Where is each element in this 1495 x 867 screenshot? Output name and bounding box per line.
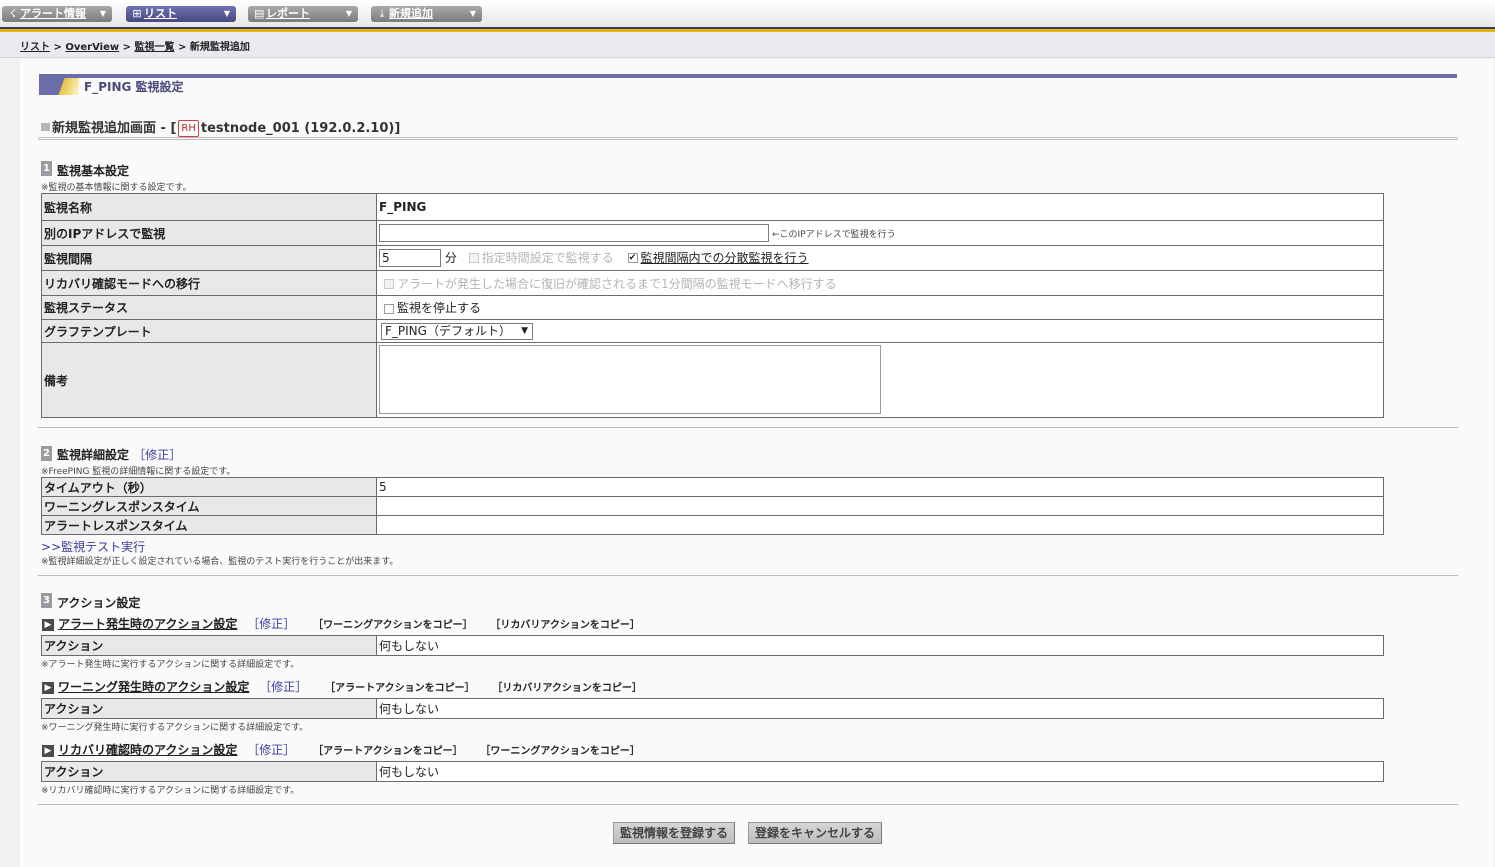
recovery-action-fix-link[interactable]: ［修正］ bbox=[247, 743, 295, 757]
breadcrumb: リスト > OverView > 監視一覧 > 新規監視追加 bbox=[20, 42, 250, 53]
section-number: 2 bbox=[41, 446, 52, 461]
section-title: アクション設定 bbox=[57, 596, 141, 610]
alert-action-heading: ▶ アラート発生時のアクション設定 ［修正］ ［ワーニングアクションをコピー］ ［… bbox=[42, 615, 640, 632]
detail-settings-table: タイムアウト（秒） 5 ワーニングレスポンスタイム アラートレスポンスタイム bbox=[41, 477, 1384, 535]
field-value bbox=[376, 515, 1384, 535]
divider bbox=[38, 575, 1458, 576]
field-label: 監視名称 bbox=[41, 193, 377, 221]
ip-hint: ←このIPアドレスで監視を行う bbox=[772, 229, 896, 240]
divider bbox=[38, 137, 1458, 140]
breadcrumb-list[interactable]: リスト bbox=[20, 42, 50, 53]
recovery-checkbox[interactable] bbox=[384, 279, 394, 289]
report-icon: ▤ bbox=[254, 7, 265, 20]
alert-action-fix-link[interactable]: ［修正］ bbox=[247, 617, 295, 631]
section-number: 1 bbox=[41, 161, 52, 176]
recovery-option: アラートが発生した場合に復旧が確認されるまで1分間隔の監視モードへ移行する bbox=[397, 276, 837, 291]
copy-recovery-action-link[interactable]: ［リカバリアクションをコピー］ bbox=[492, 683, 642, 694]
bullet-icon bbox=[41, 123, 50, 131]
field-label: ワーニングレスポンスタイム bbox=[41, 496, 377, 516]
field-label: 別のIPアドレスで監視 bbox=[41, 220, 377, 246]
stop-monitor-label: 監視を停止する bbox=[397, 301, 482, 315]
warning-action-heading: ▶ ワーニング発生時のアクション設定 ［修正］ ［アラートアクションをコピー］ ［… bbox=[42, 678, 642, 695]
recovery-action-heading: ▶ リカバリ確認時のアクション設定 ［修正］ ［アラートアクションをコピー］ ［ワ… bbox=[42, 741, 640, 758]
field-label: 備考 bbox=[41, 342, 377, 418]
graph-template-select[interactable]: F_PING（デフォルト） ▼ bbox=[381, 322, 533, 340]
scheduled-checkbox[interactable] bbox=[468, 253, 479, 264]
field-label: タイムアウト（秒） bbox=[41, 477, 377, 497]
breadcrumb-overview[interactable]: OverView bbox=[65, 42, 119, 53]
section-note: ※監視の基本情報に関する設定です。 bbox=[41, 183, 192, 193]
arrow-right-icon: ▶ bbox=[42, 618, 54, 631]
copy-alert-action-link[interactable]: ［アラートアクションをコピー］ bbox=[325, 683, 475, 694]
copy-recovery-action-link[interactable]: ［リカバリアクションをコピー］ bbox=[490, 620, 640, 631]
add-icon: ⤓ bbox=[379, 7, 385, 20]
distributed-checkbox[interactable]: ✔ bbox=[627, 253, 638, 264]
field-value: 何もしない bbox=[376, 761, 1384, 782]
interval-input[interactable]: 5 bbox=[379, 249, 441, 268]
field-label: グラフテンプレート bbox=[41, 319, 377, 343]
screen-subtitle: 新規監視追加画面 - [RH testnode_001 (192.0.2.10)] bbox=[52, 120, 401, 137]
stop-monitor-checkbox[interactable] bbox=[384, 303, 394, 314]
dropdown-arrow-icon: ▼ bbox=[521, 325, 528, 336]
field-label: アラートレスポンスタイム bbox=[41, 515, 377, 535]
action-note: ※リカバリ確認時に実行するアクションに関する詳細設定です。 bbox=[41, 786, 300, 796]
field-label: アクション bbox=[41, 698, 377, 719]
copy-alert-action-link[interactable]: ［アラートアクションをコピー］ bbox=[313, 746, 463, 757]
nav-item-alert-info[interactable]: ☇ アラート情報 ▼ bbox=[2, 6, 112, 22]
breadcrumb-monitor-list[interactable]: 監視一覧 bbox=[134, 42, 174, 53]
test-note: ※監視詳細設定が正しく設定されている場合、監視のテスト実行を行うことが出来ます。 bbox=[41, 557, 399, 567]
alternate-ip-input[interactable] bbox=[379, 224, 769, 242]
monitor-test-link[interactable]: >>監視テスト実行 bbox=[41, 538, 145, 555]
section-title: 監視基本設定 bbox=[57, 164, 130, 178]
field-value: 5 bbox=[376, 477, 1384, 497]
nav-item-report[interactable]: ▤ レポート ▼ bbox=[248, 6, 358, 22]
remarks-textarea[interactable] bbox=[379, 345, 881, 414]
arrow-right-icon: ▶ bbox=[42, 681, 54, 694]
nav-item-list[interactable]: ⊞ リスト ▼ bbox=[126, 6, 236, 22]
alert-action-table: アクション 何もしない bbox=[41, 635, 1384, 656]
cancel-button[interactable]: 登録をキャンセルする bbox=[748, 822, 882, 844]
register-button[interactable]: 監視情報を登録する bbox=[613, 822, 735, 844]
warning-action-table: アクション 何もしない bbox=[41, 698, 1384, 719]
chevron-down-icon: ▼ bbox=[469, 9, 476, 18]
section-title: 監視詳細設定 ［修正］ bbox=[57, 448, 182, 462]
action-note: ※ワーニング発生時に実行するアクションに関する詳細設定です。 bbox=[41, 723, 309, 733]
field-value: 何もしない bbox=[376, 698, 1384, 719]
arrow-right-icon: ▶ bbox=[42, 744, 54, 757]
divider bbox=[38, 427, 1458, 428]
os-badge: RH bbox=[178, 120, 199, 137]
field-label: アクション bbox=[41, 761, 377, 782]
title-decoration bbox=[39, 78, 79, 95]
chevron-down-icon: ▼ bbox=[99, 9, 106, 18]
section-note: ※FreePING 監視の詳細情報に関する設定です。 bbox=[41, 467, 236, 477]
title-bar bbox=[39, 74, 1457, 78]
interval-unit: 分 bbox=[444, 250, 457, 265]
chevron-down-icon: ▼ bbox=[223, 9, 230, 18]
section-number: 3 bbox=[41, 593, 52, 608]
recovery-action-table: アクション 何もしない bbox=[41, 761, 1384, 782]
basic-settings-table: 監視名称 F_PING 別のIPアドレスで監視 ←このIPアドレスで監視を行う … bbox=[41, 193, 1384, 418]
detail-fix-link[interactable]: ［修正］ bbox=[133, 448, 181, 462]
field-label: アクション bbox=[41, 635, 377, 656]
warning-action-fix-link[interactable]: ［修正］ bbox=[259, 680, 307, 694]
monitor-name-value: F_PING bbox=[376, 193, 1384, 221]
breadcrumb-current: 新規監視追加 bbox=[189, 42, 250, 53]
field-value: 何もしない bbox=[376, 635, 1384, 656]
scheduled-label: 指定時間設定で監視する bbox=[481, 250, 614, 265]
copy-warning-action-link[interactable]: ［ワーニングアクションをコピー］ bbox=[313, 620, 473, 631]
field-label: 監視ステータス bbox=[41, 295, 377, 320]
chevron-down-icon: ▼ bbox=[345, 9, 352, 18]
distributed-label[interactable]: 監視間隔内での分散監視を行う bbox=[641, 251, 809, 265]
field-value bbox=[376, 496, 1384, 516]
list-icon: ⊞ bbox=[132, 7, 142, 20]
field-label: 監視間隔 bbox=[41, 245, 377, 271]
alert-icon: ☇ bbox=[9, 7, 17, 20]
page-title: F_PING 監視設定 bbox=[84, 80, 184, 94]
copy-warning-action-link[interactable]: ［ワーニングアクションをコピー］ bbox=[480, 746, 640, 757]
divider bbox=[38, 804, 1458, 805]
action-note: ※アラート発生時に実行するアクションに関する詳細設定です。 bbox=[41, 660, 300, 670]
nav-item-add-new[interactable]: ⤓ 新規追加 ▼ bbox=[371, 6, 482, 22]
field-label: リカバリ確認モードへの移行 bbox=[41, 270, 377, 296]
